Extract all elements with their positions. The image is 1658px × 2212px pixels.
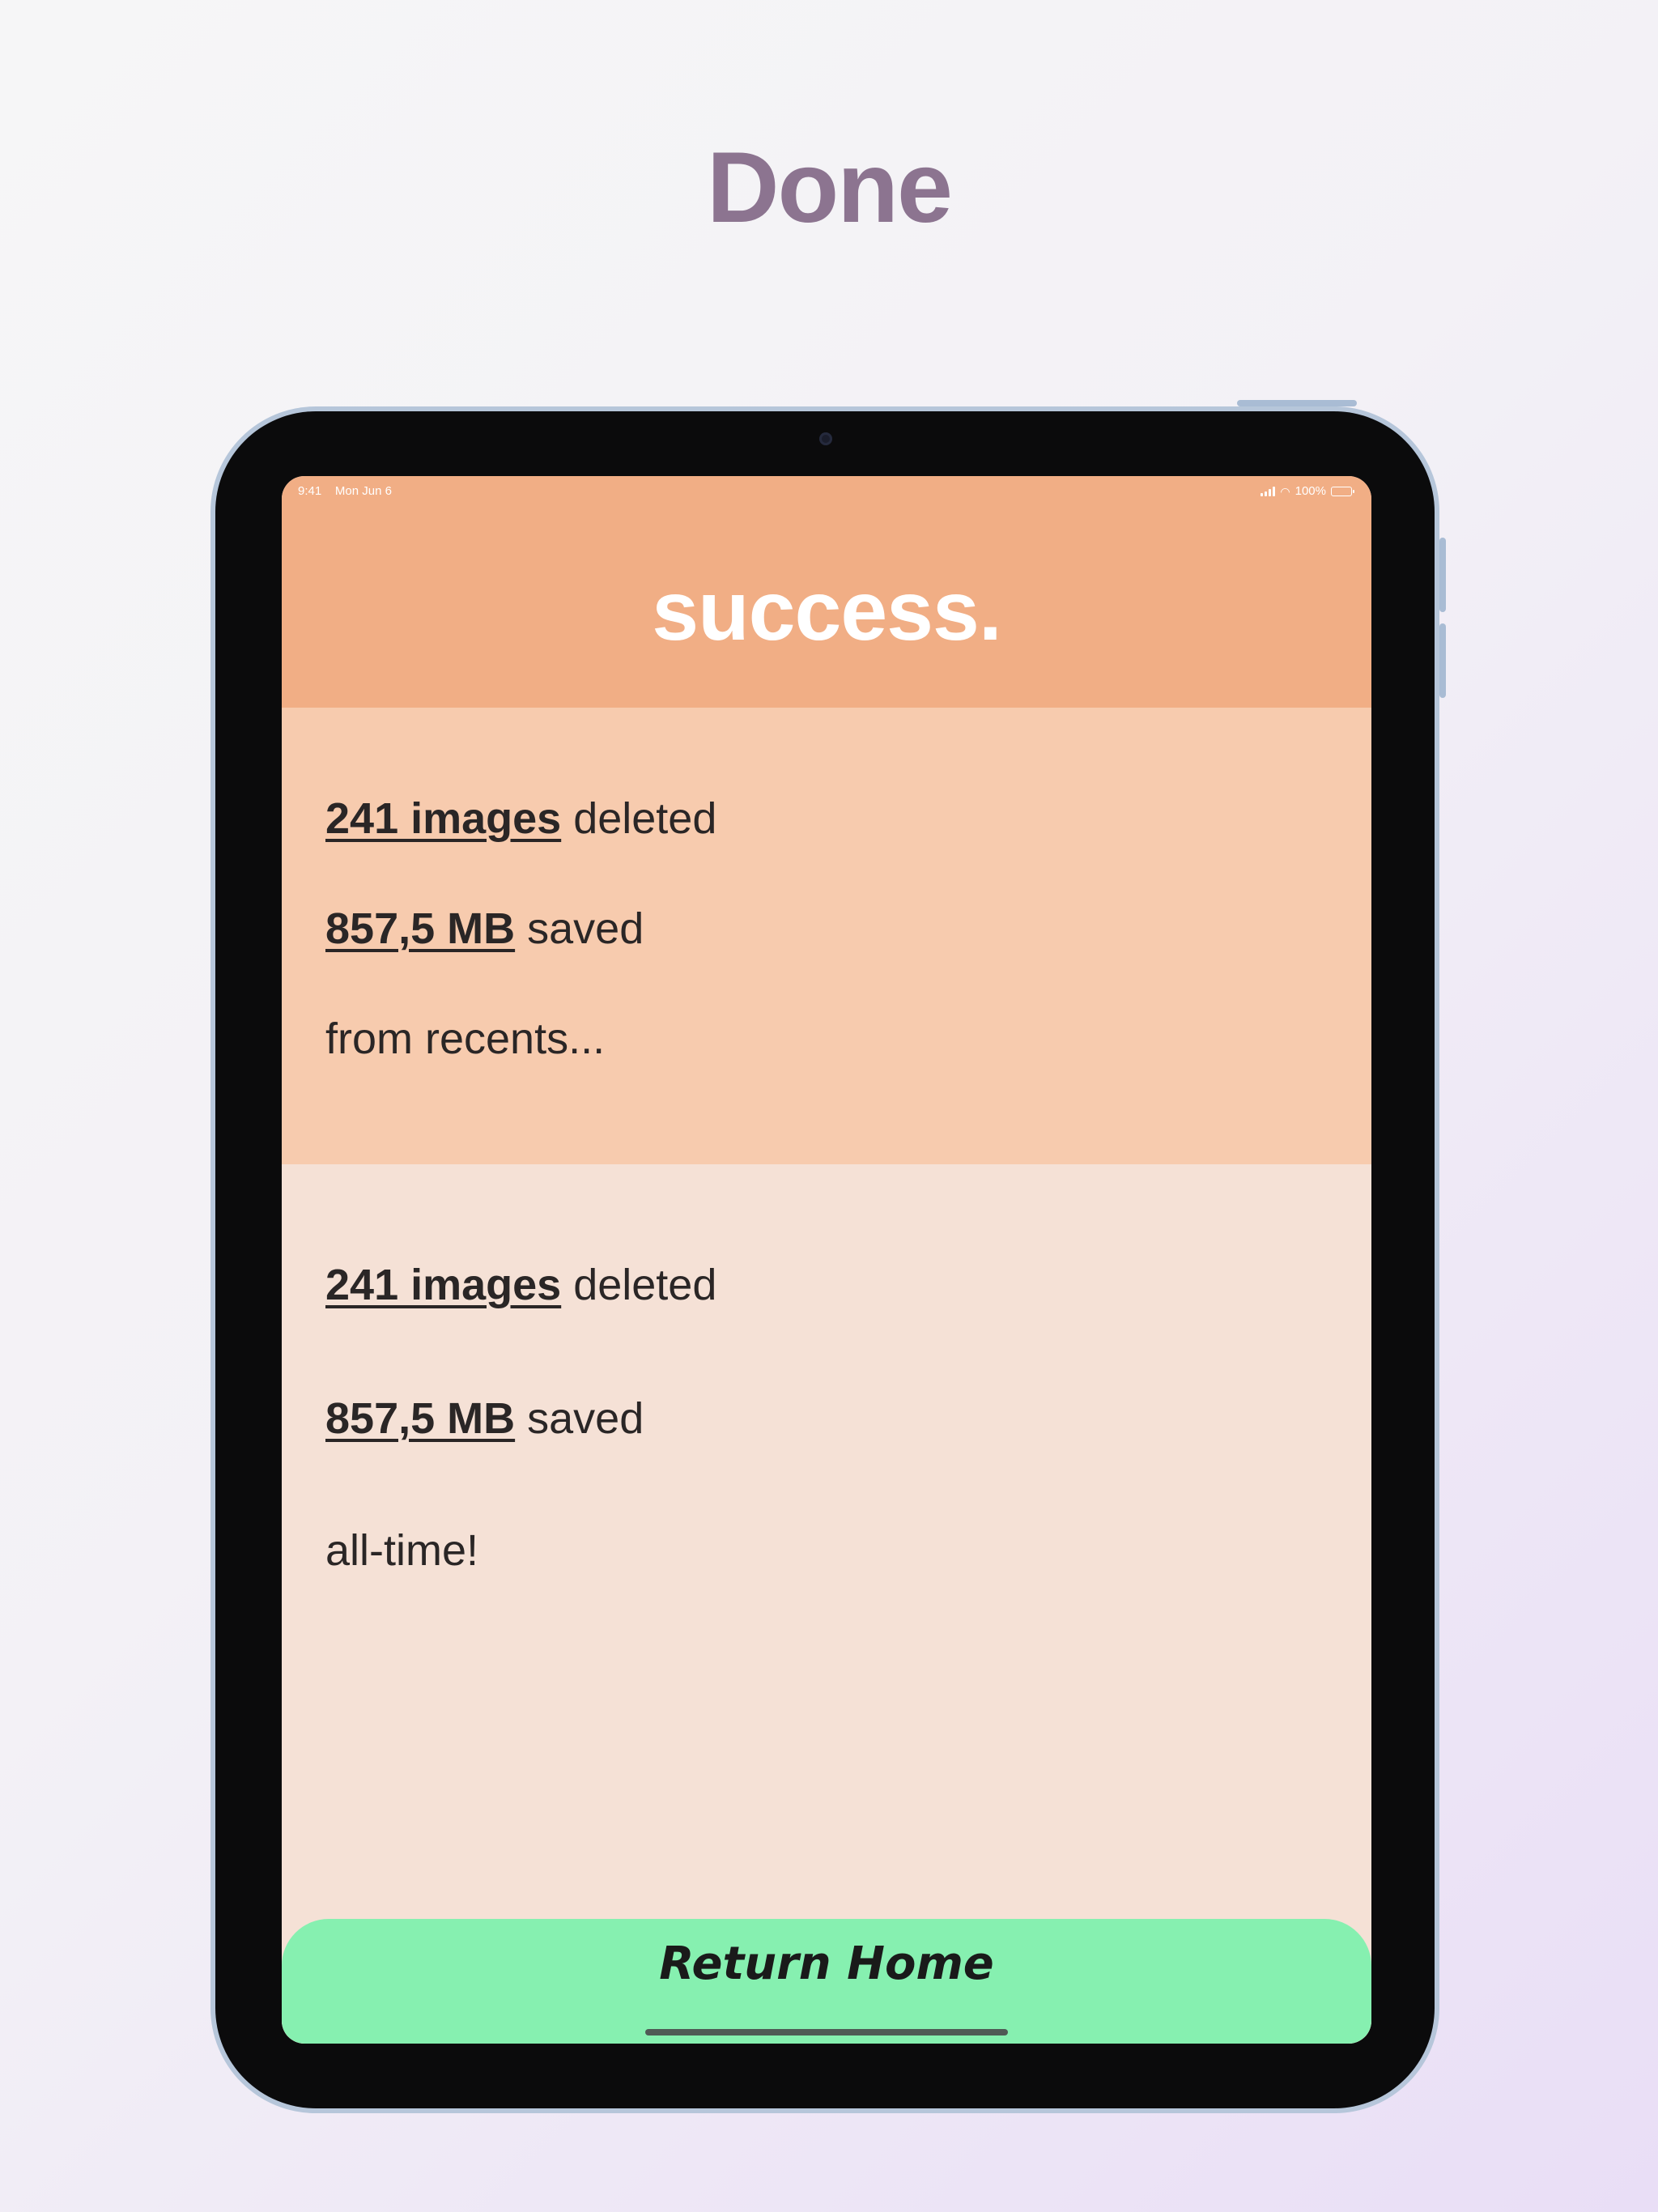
recents-images-label: deleted <box>561 794 717 843</box>
status-bar: 9:41 Mon Jun 6 ◠ 100% <box>282 476 1371 505</box>
alltime-size-value: 857,5 MB <box>325 1394 516 1443</box>
wifi-icon: ◠ <box>1280 484 1290 498</box>
return-home-button[interactable]: Return Home <box>282 1919 1371 2044</box>
recents-size-label: saved <box>515 904 644 953</box>
battery-icon <box>1331 486 1354 496</box>
volume-up-button <box>1439 538 1446 612</box>
recents-summary-card: 241 images deleted 857,5 MB saved from r… <box>282 708 1371 1164</box>
alltime-images-label: deleted <box>561 1261 717 1309</box>
home-indicator[interactable] <box>645 2029 1008 2035</box>
volume-down-button <box>1439 623 1446 698</box>
cellular-signal-icon <box>1261 486 1276 496</box>
alltime-summary-card: 241 images deleted 857,5 MB saved all-ti… <box>282 1164 1371 2044</box>
recents-images-line: 241 images deleted <box>325 797 716 840</box>
alltime-scope-label: all-time! <box>325 1526 479 1575</box>
recents-images-count: 241 images <box>325 794 562 843</box>
status-date: Mon Jun 6 <box>334 484 392 498</box>
alltime-images-count: 241 images <box>325 1261 562 1309</box>
status-time: 9:41 <box>298 484 322 498</box>
status-time-date: 9:41 Mon Jun 6 <box>298 484 392 498</box>
recents-scope-label: from recents... <box>325 1015 606 1063</box>
alltime-size-line: 857,5 MB saved <box>325 1397 644 1440</box>
alltime-images-line: 241 images deleted <box>325 1263 716 1307</box>
recents-size-value: 857,5 MB <box>325 904 516 953</box>
app-screen: success. 9:41 Mon Jun 6 ◠ 100% 241 image… <box>282 476 1371 2044</box>
success-header: success. <box>282 476 1371 708</box>
alltime-size-label: saved <box>515 1394 644 1443</box>
top-button <box>1237 400 1357 406</box>
status-indicators: ◠ 100% <box>1261 484 1354 498</box>
recents-size-line: 857,5 MB saved <box>325 907 644 951</box>
front-camera <box>819 432 832 445</box>
page-heading: Done <box>707 132 953 244</box>
battery-percent: 100% <box>1295 484 1326 498</box>
success-title: success. <box>652 564 1001 658</box>
